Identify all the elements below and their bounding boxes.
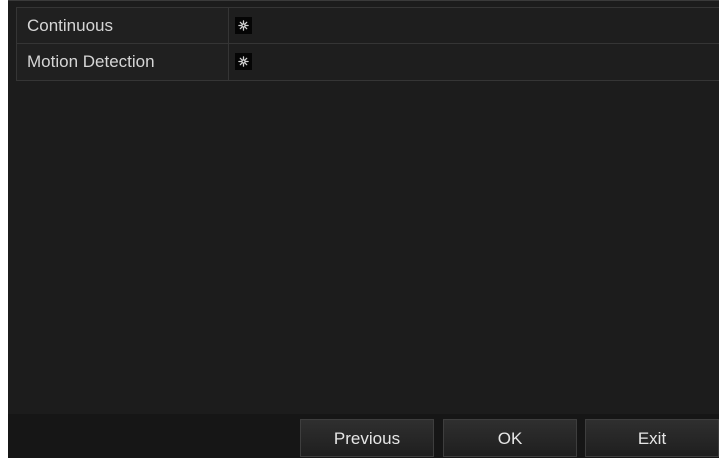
row-label: Motion Detection <box>16 44 229 80</box>
table-row-continuous: Continuous <box>16 7 719 44</box>
settings-panel: Continuous Motion Detection Previous OK … <box>8 0 719 458</box>
schedule-type-table: Continuous Motion Detection <box>16 7 719 81</box>
ok-button[interactable]: OK <box>443 419 577 457</box>
table-row-motion-detection: Motion Detection <box>16 44 719 81</box>
row-action-cell <box>229 8 719 43</box>
footer-bar: Previous OK Exit <box>8 414 719 458</box>
previous-button[interactable]: Previous <box>300 419 434 457</box>
gear-icon[interactable] <box>235 17 252 34</box>
gear-icon[interactable] <box>235 53 252 70</box>
row-label: Continuous <box>16 8 229 43</box>
exit-button[interactable]: Exit <box>585 419 719 457</box>
row-action-cell <box>229 44 719 80</box>
